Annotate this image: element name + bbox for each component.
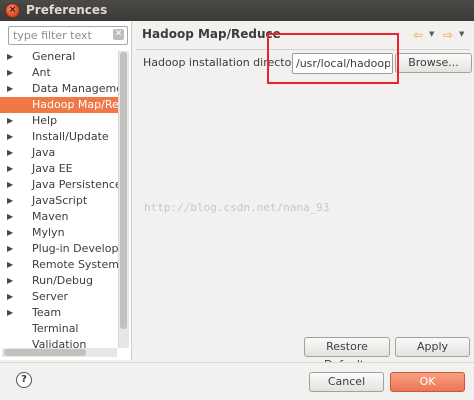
tree-item-server[interactable]: ▶ Server bbox=[0, 289, 118, 305]
expand-arrow-icon[interactable]: ▶ bbox=[7, 161, 13, 177]
restore-defaults-button[interactable]: Restore Defaults bbox=[304, 337, 390, 371]
tree-item-data-management[interactable]: ▶ Data Management bbox=[0, 81, 118, 97]
filter-placeholder: type filter text bbox=[13, 29, 92, 42]
expand-arrow-icon[interactable]: ▶ bbox=[7, 289, 13, 305]
back-arrow-icon[interactable]: ⇦ bbox=[413, 28, 423, 42]
tree-item-label: Mylyn bbox=[32, 226, 65, 239]
dialog-footer: ? Cancel OK bbox=[0, 362, 474, 400]
tree-item-remote-systems[interactable]: ▶ Remote Systems bbox=[0, 257, 118, 273]
tree-item-label: Server bbox=[32, 290, 69, 303]
tree-item-help[interactable]: ▶ Help bbox=[0, 113, 118, 129]
title-bar: × Preferences bbox=[0, 0, 474, 21]
filter-input[interactable]: type filter text ✕ bbox=[8, 26, 128, 45]
expand-arrow-icon[interactable]: ▶ bbox=[7, 177, 13, 193]
expand-arrow-icon[interactable]: ▶ bbox=[7, 241, 13, 257]
tree-item-label: Remote Systems bbox=[32, 258, 118, 271]
tree-item-maven[interactable]: ▶ Maven bbox=[0, 209, 118, 225]
expand-arrow-icon[interactable]: ▶ bbox=[7, 225, 13, 241]
tree-item-install-update[interactable]: ▶ Install/Update bbox=[0, 129, 118, 145]
tree-item-label: Run/Debug bbox=[32, 274, 93, 287]
vertical-scroll-thumb[interactable] bbox=[120, 52, 127, 329]
tree-item-label: Java Persistence bbox=[32, 178, 118, 191]
tree-item-terminal[interactable]: Terminal bbox=[0, 321, 118, 337]
highlight-box bbox=[267, 33, 399, 84]
clear-filter-icon[interactable]: ✕ bbox=[113, 29, 124, 40]
tree-item-label: Data Management bbox=[32, 82, 118, 95]
tree-item-label: General bbox=[32, 50, 76, 63]
forward-arrow-icon[interactable]: ⇨ bbox=[443, 28, 453, 42]
forward-history-dropdown-icon[interactable]: ▼ bbox=[459, 30, 464, 38]
expand-arrow-icon[interactable]: ▶ bbox=[7, 113, 13, 129]
expand-arrow-icon[interactable]: ▶ bbox=[7, 257, 13, 273]
browse-button[interactable]: Browse... bbox=[395, 53, 472, 73]
tree-vertical-scrollbar[interactable] bbox=[118, 51, 129, 348]
tree-item-label: Help bbox=[32, 114, 58, 127]
watermark-text: http://blog.csdn.net/nana_93 bbox=[144, 201, 330, 214]
tree-item-label: JavaScript bbox=[32, 194, 88, 207]
expand-arrow-icon[interactable]: ▶ bbox=[7, 49, 13, 65]
page-title: Hadoop Map/Reduce bbox=[142, 27, 281, 41]
apply-button[interactable]: Apply bbox=[395, 337, 470, 357]
tree-item-team[interactable]: ▶ Team bbox=[0, 305, 118, 321]
tree-item-javascript[interactable]: ▶ JavaScript bbox=[0, 193, 118, 209]
tree-item-label: Terminal bbox=[32, 322, 79, 335]
tree-horizontal-scrollbar[interactable] bbox=[2, 348, 117, 357]
expand-arrow-icon[interactable]: ▶ bbox=[7, 129, 13, 145]
tree-item-java-ee[interactable]: ▶ Java EE bbox=[0, 161, 118, 177]
expand-arrow-icon[interactable]: ▶ bbox=[7, 81, 13, 97]
ok-button[interactable]: OK bbox=[390, 372, 465, 392]
window-title: Preferences bbox=[26, 3, 108, 17]
window-close-button[interactable]: × bbox=[5, 3, 20, 18]
tree-item-plug-in-development[interactable]: ▶ Plug-in Development bbox=[0, 241, 118, 257]
help-icon[interactable]: ? bbox=[16, 372, 32, 388]
tree-item-label: Maven bbox=[32, 210, 69, 223]
preference-page: Hadoop Map/Reduce ⇦ ▼ ⇨ ▼ Hadoop install… bbox=[132, 21, 474, 371]
expand-arrow-icon[interactable]: ▶ bbox=[7, 145, 13, 161]
expand-arrow-icon[interactable]: ▶ bbox=[7, 65, 13, 81]
preference-tree: ▶ General ▶ Ant ▶ Data Management Hadoop Ma… bbox=[0, 49, 118, 354]
preferences-sidebar: type filter text ✕ ▶ General ▶ Ant ▶ Data M… bbox=[0, 21, 132, 360]
expand-arrow-icon[interactable]: ▶ bbox=[7, 209, 13, 225]
tree-item-label: Ant bbox=[32, 66, 51, 79]
expand-arrow-icon[interactable]: ▶ bbox=[7, 273, 13, 289]
expand-arrow-icon[interactable]: ▶ bbox=[7, 305, 13, 321]
tree-item-run-debug[interactable]: ▶ Run/Debug bbox=[0, 273, 118, 289]
tree-item-label: Plug-in Development bbox=[32, 242, 118, 255]
tree-item-hadoop-map-reduce[interactable]: Hadoop Map/Reduce bbox=[0, 97, 118, 113]
tree-item-label: Java bbox=[32, 146, 56, 159]
tree-item-java-persistence[interactable]: ▶ Java Persistence bbox=[0, 177, 118, 193]
expand-arrow-icon[interactable]: ▶ bbox=[7, 193, 13, 209]
tree-item-label: Java EE bbox=[32, 162, 73, 175]
horizontal-scroll-thumb[interactable] bbox=[4, 349, 86, 356]
tree-item-label: Team bbox=[32, 306, 62, 319]
tree-item-general[interactable]: ▶ General bbox=[0, 49, 118, 65]
back-history-dropdown-icon[interactable]: ▼ bbox=[429, 30, 434, 38]
tree-item-label: Install/Update bbox=[32, 130, 109, 143]
tree-item-label: Hadoop Map/Reduce bbox=[32, 98, 118, 111]
tree-item-mylyn[interactable]: ▶ Mylyn bbox=[0, 225, 118, 241]
tree-item-java[interactable]: ▶ Java bbox=[0, 145, 118, 161]
cancel-button[interactable]: Cancel bbox=[309, 372, 384, 392]
tree-item-ant[interactable]: ▶ Ant bbox=[0, 65, 118, 81]
